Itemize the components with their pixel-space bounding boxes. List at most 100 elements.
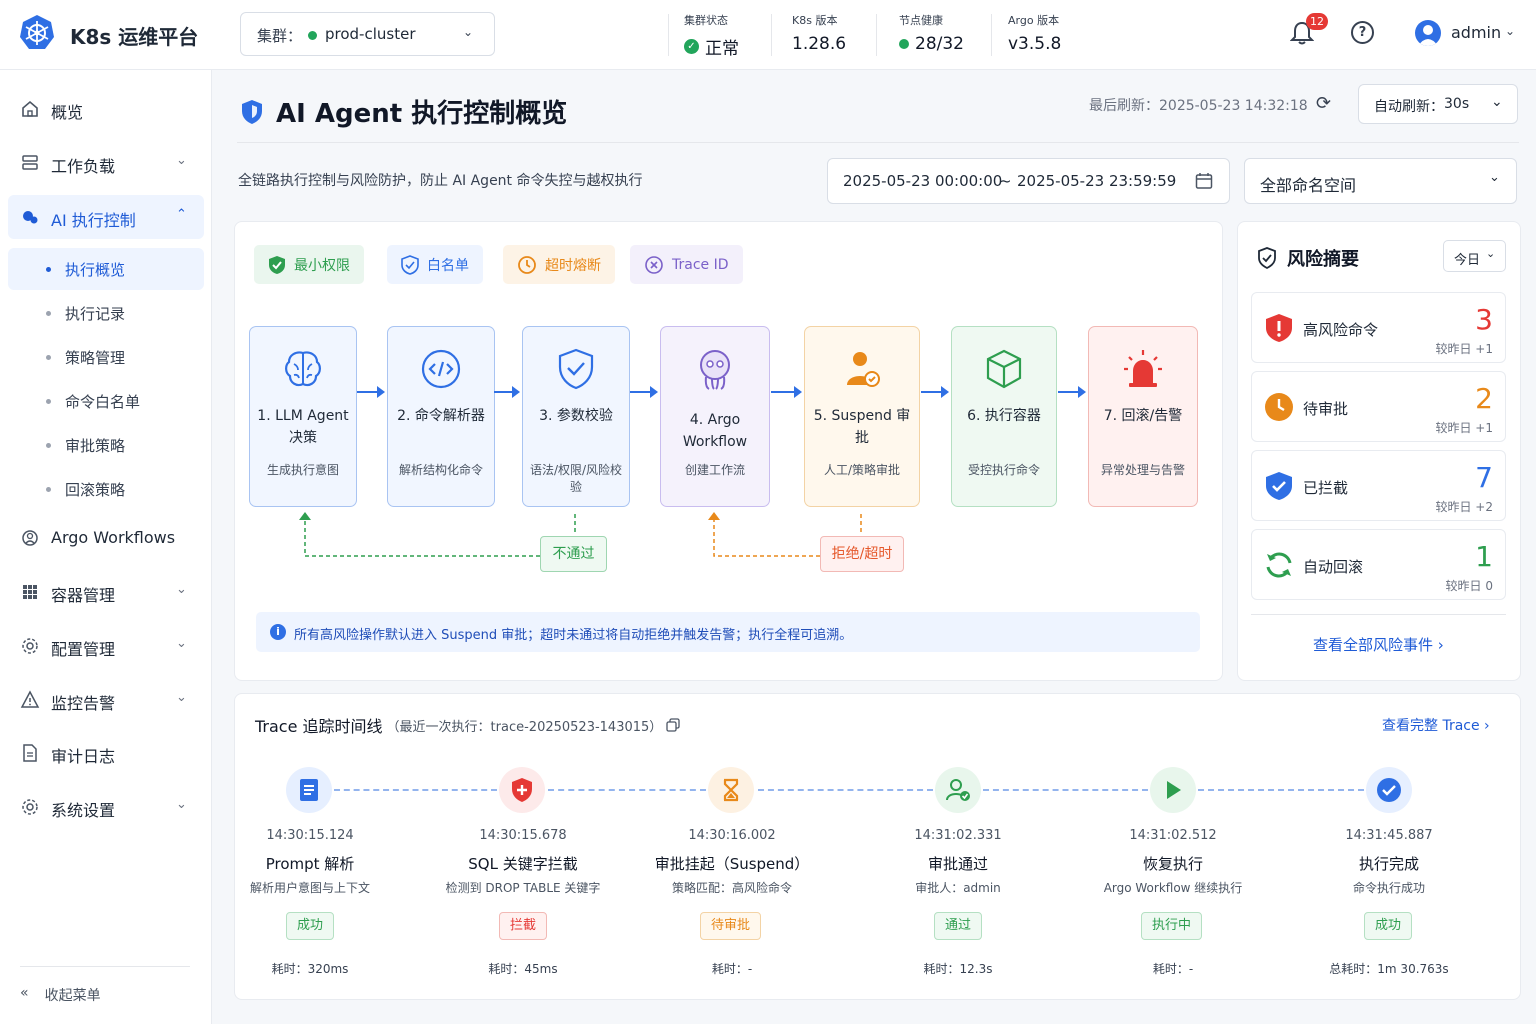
sidebar-subitem-policies[interactable]: 策略管理 bbox=[8, 336, 204, 378]
timeline-connector bbox=[334, 789, 497, 791]
cluster-selector[interactable]: 集群： prod-cluster ⌄ bbox=[240, 12, 495, 56]
approver-icon bbox=[847, 352, 880, 387]
flow-step-argo-workflow[interactable]: 4. Argo Workflow 创建工作流 bbox=[660, 326, 770, 507]
sidebar-item-ai-control[interactable]: AI 执行控制 ⌃ bbox=[8, 195, 204, 239]
sidebar-item-config[interactable]: 配置管理 ⌄ bbox=[8, 624, 204, 668]
sidebar-subitem-whitelist[interactable]: 命令白名单 bbox=[8, 380, 204, 422]
page-title-text: AI Agent 执行控制概览 bbox=[276, 99, 568, 129]
status-badge: 成功 bbox=[286, 912, 335, 940]
sidebar-item-containers[interactable]: 容器管理 ⌄ bbox=[8, 570, 204, 614]
chip-trace-id: Trace ID bbox=[630, 245, 743, 284]
risk-label: 待审批 bbox=[1303, 400, 1349, 418]
refresh-icon[interactable]: ⟳ bbox=[1316, 93, 1331, 114]
flow-step-command-parser[interactable]: 2. 命令解析器 解析结构化命令 bbox=[387, 326, 495, 507]
timeline-connector bbox=[758, 789, 933, 791]
sidebar-item-label: 工作负载 bbox=[51, 157, 116, 176]
view-all-risk-events-link[interactable]: 查看全部风险事件 › bbox=[1313, 634, 1444, 655]
cluster-value: prod-cluster bbox=[325, 25, 416, 43]
auto-refresh-select[interactable]: 自动刷新： 30s ⌄ bbox=[1358, 84, 1518, 124]
flow-step-param-check[interactable]: 3. 参数校验 语法/权限/风险校验 bbox=[522, 326, 630, 507]
stat-value: 28/32 bbox=[915, 34, 964, 54]
server-icon bbox=[22, 155, 38, 170]
chevron-down-icon: ⌄ bbox=[176, 153, 187, 168]
step-desc: 人工/策略审批 bbox=[823, 463, 901, 477]
sidebar-item-monitoring[interactable]: 监控告警 ⌄ bbox=[8, 678, 204, 722]
avatar[interactable] bbox=[1415, 20, 1441, 46]
chevron-down-icon: ⌄ bbox=[176, 690, 187, 705]
namespace-value: 全部命名空间 bbox=[1260, 176, 1357, 195]
event-name: 恢复执行 bbox=[1142, 855, 1203, 873]
sidebar-item-audit[interactable]: 审计日志 bbox=[8, 731, 204, 775]
auto-refresh-label: 自动刷新： bbox=[1374, 99, 1444, 115]
date-end: 2025-05-23 23:59:59 bbox=[1017, 172, 1177, 190]
event-time: 14:31:02.512 bbox=[1129, 828, 1217, 843]
status-badge: 拦截 bbox=[499, 912, 548, 940]
stat-key: 集群状态 bbox=[684, 14, 728, 27]
period-select[interactable]: 今日 ⌄ bbox=[1443, 240, 1506, 272]
step-desc: 解析结构化命令 bbox=[398, 463, 483, 477]
ai-control-icon bbox=[23, 211, 38, 224]
chip-least-privilege: 最小权限 bbox=[254, 245, 364, 284]
help-icon[interactable]: ? bbox=[1351, 21, 1374, 44]
home-icon bbox=[22, 100, 38, 117]
event-name: 执行完成 bbox=[1358, 855, 1419, 873]
flow-step-llm-agent[interactable]: 1. LLM Agent 决策 生成执行意图 bbox=[249, 326, 357, 507]
flow-step-exec-container[interactable]: 6. 执行容器 受控执行命令 bbox=[951, 326, 1057, 507]
stat-key: Argo 版本 bbox=[1008, 14, 1060, 27]
risk-item-auto-rollback[interactable]: 自动回滚 1 较昨日 0 bbox=[1251, 529, 1506, 600]
status-badge: 执行中 bbox=[1141, 912, 1203, 940]
reject-tag: 不通过 bbox=[540, 536, 607, 572]
cluster-status-dot bbox=[308, 31, 317, 40]
timeline-node-approved bbox=[935, 767, 981, 813]
sidebar-item-argo[interactable]: Argo Workflows bbox=[8, 516, 204, 560]
refresh-icon bbox=[1266, 552, 1292, 578]
event-desc: 审批人：admin bbox=[915, 881, 1001, 895]
sidebar-subitem-label: 执行概览 bbox=[65, 261, 126, 279]
event-duration: 耗时：12.3s bbox=[923, 962, 993, 976]
shield-check-icon bbox=[1266, 472, 1292, 500]
status-badge: 待审批 bbox=[700, 912, 762, 940]
sidebar-subitem-overview[interactable]: 执行概览 bbox=[8, 248, 204, 290]
copy-icon[interactable] bbox=[666, 718, 680, 732]
info-banner: i 所有高风险操作默认进入 Suspend 审批；超时未通过将自动拒绝并触发告警… bbox=[256, 612, 1200, 652]
sidebar-item-overview[interactable]: 概览 bbox=[8, 87, 204, 131]
timeline-node-prompt bbox=[286, 767, 332, 813]
chevron-down-icon[interactable]: ⌄ bbox=[1505, 24, 1515, 38]
flow-step-rollback-alert[interactable]: 7. 回滚/告警 异常处理与告警 bbox=[1088, 326, 1198, 507]
sidebar-item-workloads[interactable]: 工作负载 ⌄ bbox=[8, 141, 204, 185]
sidebar-subitem-rollback[interactable]: 回滚策略 bbox=[8, 468, 204, 510]
timeline-title-text: Trace 追踪时间线 bbox=[255, 717, 383, 736]
info-text: 所有高风险操作默认进入 Suspend 审批；超时未通过将自动拒绝并触发告警；执… bbox=[294, 628, 853, 643]
sidebar-item-label: AI 执行控制 bbox=[51, 211, 136, 230]
flow-arrow bbox=[630, 386, 658, 398]
bullet bbox=[46, 399, 51, 404]
view-full-trace-link[interactable]: 查看完整 Trace › bbox=[1382, 715, 1490, 735]
flow-step-suspend-approval[interactable]: 5. Suspend 审批 人工/策略审批 bbox=[804, 326, 920, 507]
auto-refresh-value: 30s bbox=[1444, 96, 1470, 112]
play-icon bbox=[1167, 781, 1181, 799]
date-range-picker[interactable]: 2025-05-23 00:00:00 ~ 2025-05-23 23:59:5… bbox=[827, 158, 1230, 204]
x-circle-icon bbox=[645, 255, 663, 274]
risk-value: 1 bbox=[1475, 540, 1493, 573]
cube-icon bbox=[986, 349, 1022, 389]
check-circle-icon: ✓ bbox=[684, 39, 699, 54]
sidebar-item-settings[interactable]: 系统设置 ⌄ bbox=[8, 785, 204, 829]
collapse-menu-button[interactable]: « 收起菜单 bbox=[20, 985, 101, 1005]
risk-item-high-risk[interactable]: 高风险命令 3 较昨日 +1 bbox=[1251, 292, 1506, 363]
event-time: 14:30:15.124 bbox=[266, 828, 354, 843]
risk-compare: 较昨日 +2 bbox=[1435, 500, 1493, 514]
sidebar-subitem-label: 执行记录 bbox=[65, 305, 126, 323]
namespace-select[interactable]: 全部命名空间 ⌄ bbox=[1244, 158, 1517, 204]
sidebar-subitem-records[interactable]: 执行记录 bbox=[8, 292, 204, 334]
risk-item-blocked[interactable]: 已拦截 7 较昨日 +2 bbox=[1251, 450, 1506, 521]
risk-value: 2 bbox=[1475, 382, 1493, 415]
calendar-icon bbox=[1195, 173, 1213, 189]
risk-summary-title-text: 风险摘要 bbox=[1287, 249, 1359, 270]
risk-item-pending[interactable]: 待审批 2 较昨日 +1 bbox=[1251, 371, 1506, 442]
chevron-down-icon: ⌄ bbox=[1489, 170, 1500, 185]
document-icon bbox=[300, 779, 318, 801]
sidebar-subitem-approval[interactable]: 审批策略 bbox=[8, 424, 204, 466]
cluster-status-stat: 集群状态 ✓ 正常 bbox=[684, 12, 739, 59]
user-name[interactable]: admin bbox=[1451, 23, 1501, 42]
timeout-tag: 拒绝/超时 bbox=[820, 536, 904, 572]
